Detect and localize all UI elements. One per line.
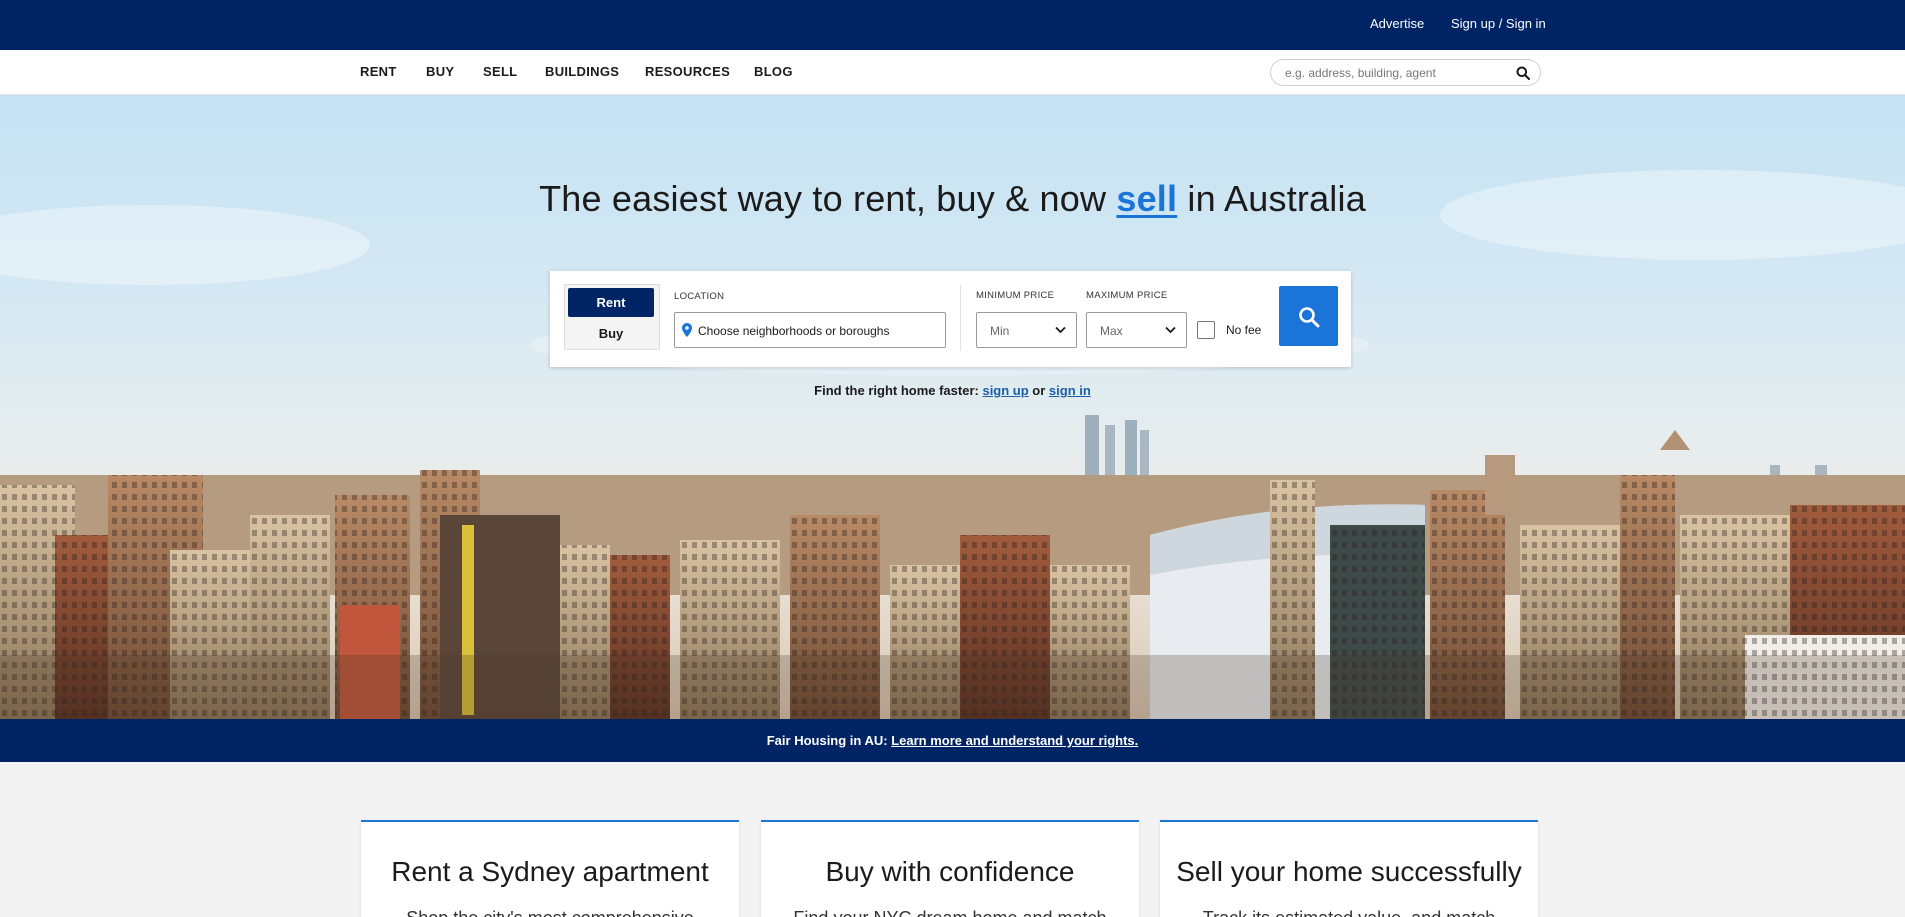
location-label: LOCATION [674, 291, 725, 302]
nav-item-resources[interactable]: RESOURCES [645, 64, 730, 79]
buy-toggle-button[interactable]: Buy [568, 319, 654, 348]
fair-housing-banner: Fair Housing in AU: Learn more and under… [0, 719, 1905, 762]
card-body: Track its estimated value, and match [1160, 908, 1538, 917]
rent-buy-toggle: Rent Buy [564, 284, 660, 350]
nav-item-buildings[interactable]: BUILDINGS [545, 64, 619, 79]
site-search [1270, 59, 1541, 86]
search-submit-button[interactable] [1279, 286, 1338, 346]
card-sell[interactable]: Sell your home successfully Track its es… [1160, 820, 1538, 917]
fair-housing-link[interactable]: Learn more and understand your rights. [891, 733, 1138, 748]
rent-toggle-button[interactable]: Rent [568, 288, 654, 317]
fair-housing-text: Fair Housing in AU: [766, 733, 892, 748]
panel-divider [960, 285, 961, 351]
card-title: Buy with confidence [825, 856, 1075, 887]
search-panel: Rent Buy LOCATION Choose neighborhoods o… [550, 271, 1351, 367]
signup-prompt: Find the right home faster: sign up or s… [0, 383, 1905, 398]
card-buy[interactable]: Buy with confidence Find your NYC dream … [761, 820, 1139, 917]
chevron-down-icon [1165, 326, 1176, 334]
top-utility-bar: Advertise Sign up / Sign in [0, 0, 1905, 50]
max-price-select[interactable]: Max [1086, 312, 1187, 348]
no-fee-checkbox[interactable] [1197, 321, 1215, 339]
headline-text-start: The easiest way to rent, buy & now [539, 178, 1117, 219]
card-title: Sell your home successfully [1176, 856, 1522, 887]
card-rent[interactable]: Rent a Sydney apartment Shop the city's … [361, 820, 739, 917]
nav-item-rent[interactable]: RENT [360, 64, 397, 79]
hero-headline: The easiest way to rent, buy & now sell … [0, 178, 1905, 220]
search-icon [1299, 307, 1320, 328]
signup-prompt-text: Find the right home faster: [814, 383, 983, 398]
map-pin-icon [682, 323, 692, 337]
min-price-value: Min [990, 324, 1010, 338]
signup-prompt-or: or [1028, 383, 1049, 398]
location-field[interactable]: Choose neighborhoods or boroughs [674, 312, 946, 348]
chevron-down-icon [1055, 326, 1066, 334]
nav-item-sell[interactable]: SELL [483, 64, 517, 79]
site-search-input[interactable] [1285, 64, 1505, 82]
signin-link[interactable]: sign in [1049, 383, 1091, 398]
nav-item-blog[interactable]: BLOG [754, 64, 793, 79]
no-fee-label: No fee [1226, 323, 1262, 337]
nav-item-buy[interactable]: BUY [426, 64, 454, 79]
min-price-label: MINIMUM PRICE [976, 290, 1055, 301]
hero-section: The easiest way to rent, buy & now sell … [0, 95, 1905, 719]
signup-signin-link[interactable]: Sign up / Sign in [1451, 16, 1546, 31]
search-icon[interactable] [1516, 66, 1530, 80]
advertise-link[interactable]: Advertise [1370, 16, 1424, 31]
max-price-label: MAXIMUM PRICE [1086, 290, 1168, 301]
headline-text-end: in Australia [1177, 178, 1366, 219]
card-body: Find your NYC dream home and match [761, 908, 1139, 917]
card-body: Shop the city's most comprehensive [361, 908, 739, 917]
location-field-value: Choose neighborhoods or boroughs [698, 324, 890, 338]
card-title: Rent a Sydney apartment [391, 856, 709, 887]
max-price-value: Max [1100, 324, 1123, 338]
signup-link[interactable]: sign up [982, 383, 1028, 398]
headline-sell-link[interactable]: sell [1116, 178, 1177, 219]
main-nav: RENT BUY SELL BUILDINGS RESOURCES BLOG [0, 50, 1905, 95]
min-price-select[interactable]: Min [976, 312, 1077, 348]
